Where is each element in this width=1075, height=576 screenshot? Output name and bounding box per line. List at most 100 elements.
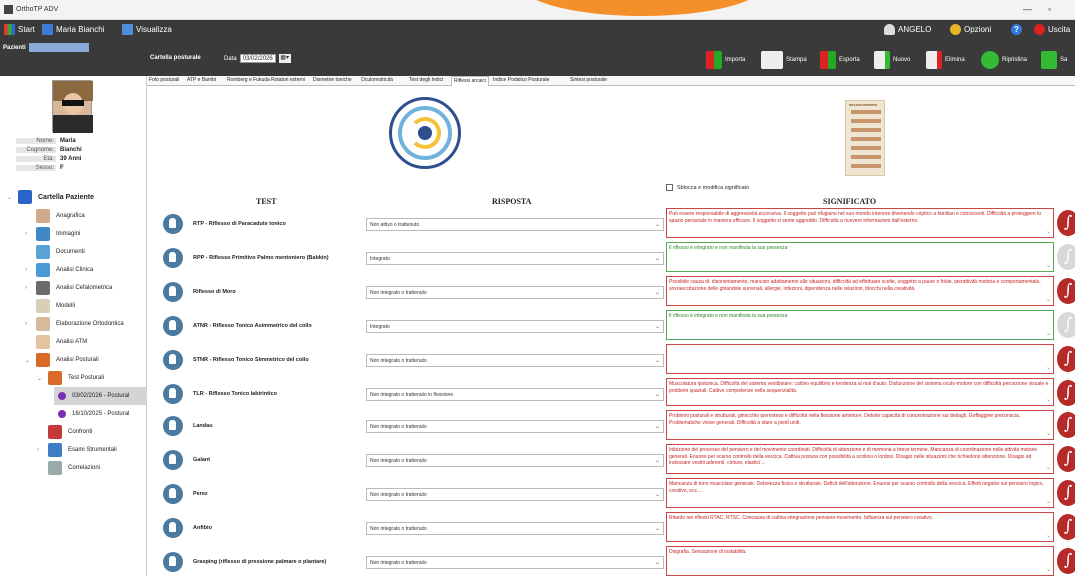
dropdown-chevron-icon[interactable]: ⌄ (655, 491, 660, 498)
integrate-reflex-button[interactable]: ∫ (1057, 480, 1075, 506)
ripristina-button[interactable]: Ripristina (981, 51, 1027, 69)
user-button[interactable]: Maria Bianchi (42, 24, 104, 35)
tab-test-degli-indici[interactable]: Test degli Indici (409, 77, 443, 83)
risposta-dropdown[interactable]: Non integrato o trattenuto ⌄ (366, 286, 664, 299)
integrate-reflex-button[interactable]: ∫ (1057, 548, 1075, 574)
risposta-dropdown[interactable]: Non integrato o trattenuto ⌄ (366, 420, 664, 433)
tab-oculomotricit-[interactable]: Oculomotricità (361, 77, 393, 83)
dropdown-chevron-icon[interactable]: ⌄ (655, 255, 660, 262)
tree-item[interactable]: Confronti (0, 423, 147, 441)
tree-item[interactable]: Anagrafica (0, 207, 147, 225)
tree-item[interactable]: › Analisi Clinica (0, 261, 147, 279)
visualizza-button[interactable]: Visualizza (122, 24, 172, 35)
tab-foto-posturali[interactable]: Foto posturali (149, 77, 179, 83)
expand-chevron-icon[interactable]: ⌄ (7, 194, 12, 201)
expand-chevron-icon[interactable]: ⌄ (1046, 263, 1051, 270)
integrate-reflex-button[interactable]: ∫ (1057, 312, 1075, 338)
risposta-dropdown[interactable]: Non integrato o trattenuto ⌄ (366, 454, 664, 467)
dropdown-chevron-icon[interactable]: ⌄ (655, 289, 660, 296)
tree-item[interactable]: ⌄ Cartella Paziente (0, 188, 147, 206)
expand-chevron-icon[interactable]: › (25, 267, 27, 273)
tree-item[interactable]: › Esami Strumentali (0, 441, 147, 459)
expand-chevron-icon[interactable]: ⌄ (1046, 229, 1051, 236)
dropdown-chevron-icon[interactable]: ⌄ (655, 559, 660, 566)
expand-chevron-icon[interactable]: ⌄ (1046, 397, 1051, 404)
risposta-dropdown[interactable]: Non attivo o trattenuto ⌄ (366, 218, 664, 231)
tree-item[interactable]: › Immagini (0, 225, 147, 243)
integrate-reflex-button[interactable]: ∫ (1057, 346, 1075, 372)
significato-textbox[interactable]: Inibizione del processo del pensiero e d… (666, 444, 1054, 474)
maximize-button[interactable]: ▫ (1048, 4, 1051, 14)
tab-sintesi-posturale[interactable]: Sintesi posturale (570, 77, 607, 83)
expand-chevron-icon[interactable]: ⌄ (1046, 431, 1051, 438)
elimina-button[interactable]: Elimina (926, 51, 965, 69)
integrate-reflex-button[interactable]: ∫ (1057, 514, 1075, 540)
significato-textbox[interactable]: Ritardo nei riflessi RTAC, RTSC. Concaus… (666, 512, 1054, 542)
expand-chevron-icon[interactable]: ⌄ (1046, 297, 1051, 304)
tree-item[interactable]: Analisi ATM (0, 333, 147, 351)
date-field[interactable]: 03/02/2026 (239, 54, 276, 63)
expand-chevron-icon[interactable]: ⌄ (1046, 533, 1051, 540)
account-button[interactable]: ANGELO (884, 24, 931, 35)
significato-textbox[interactable]: Muscolatura ipotonica. Difficoltà del si… (666, 378, 1054, 406)
tab-rotatori-esterni[interactable]: Rotatori esterni (271, 77, 305, 83)
significato-textbox[interactable]: Può essere responsabile di aggressività … (666, 208, 1054, 238)
help-button[interactable]: ? (1011, 24, 1022, 35)
tree-item[interactable]: Documenti (0, 243, 147, 261)
expand-chevron-icon[interactable]: ⌄ (1046, 499, 1051, 506)
expand-chevron-icon[interactable]: › (25, 285, 27, 291)
nuovo-button[interactable]: Nuovo (874, 51, 910, 69)
risposta-dropdown[interactable]: Non integrato o trattenuto ⌄ (366, 488, 664, 501)
dropdown-chevron-icon[interactable]: ⌄ (655, 525, 660, 532)
risposta-dropdown[interactable]: Non integrato o trattenuto in flessione ⌄ (366, 388, 664, 401)
risposta-dropdown[interactable]: Non integrato o trattenuto ⌄ (366, 556, 664, 569)
significato-textbox[interactable]: Possibile causa di: disorientamento, man… (666, 276, 1054, 306)
integrate-reflex-button[interactable]: ∫ (1057, 446, 1075, 472)
unlock-significato-checkbox[interactable] (666, 184, 673, 191)
expand-chevron-icon[interactable]: ⌄ (37, 375, 42, 382)
significato-textbox[interactable]: Il riflesso è integrato e non manifesta … (666, 242, 1054, 272)
dropdown-chevron-icon[interactable]: ⌄ (655, 221, 660, 228)
salva-button[interactable]: Sa (1041, 51, 1067, 69)
tab-riflessi-arcaici[interactable]: Riflessi arcaici (451, 76, 489, 86)
dropdown-chevron-icon[interactable]: ⌄ (655, 391, 660, 398)
risposta-dropdown[interactable]: Non integrato o trattenuto ⌄ (366, 522, 664, 535)
start-menu-button[interactable]: Start (4, 24, 35, 35)
dropdown-chevron-icon[interactable]: ⌄ (655, 457, 660, 464)
tree-item[interactable]: ⌄ Analisi Posturali (0, 351, 147, 369)
integrate-reflex-button[interactable]: ∫ (1057, 278, 1075, 304)
significato-textbox[interactable]: Mancanza di tono muscolare generale. Deb… (666, 478, 1054, 508)
risposta-dropdown[interactable]: Integrato ⌄ (366, 320, 664, 333)
esporta-button[interactable]: Esporta (820, 51, 860, 69)
expand-chevron-icon[interactable]: ⌄ (1046, 331, 1051, 338)
tab-indice-podalico-posturale[interactable]: Indice Podalico Posturale (493, 77, 549, 83)
dropdown-chevron-icon[interactable]: ⌄ (655, 423, 660, 430)
date-picker[interactable]: Data 03/02/2026 ▦▾ (224, 54, 291, 63)
tab-atp-e-bambi[interactable]: ATP e Bambi (187, 77, 216, 83)
tree-item[interactable]: › Analisi Cefalometrica (0, 279, 147, 297)
exit-button[interactable]: Uscita (1034, 24, 1070, 35)
expand-chevron-icon[interactable]: › (37, 447, 39, 453)
risposta-dropdown[interactable]: Integrato ⌄ (366, 252, 664, 265)
expand-chevron-icon[interactable]: › (25, 231, 27, 237)
tree-item[interactable]: › Elaborazione Ortodontica (0, 315, 147, 333)
importa-button[interactable]: Importa (706, 51, 745, 69)
options-button[interactable]: Opzioni (950, 24, 991, 35)
integrate-reflex-button[interactable]: ∫ (1057, 210, 1075, 236)
expand-chevron-icon[interactable]: ⌄ (1046, 465, 1051, 472)
significato-textbox[interactable]: ⌄ (666, 344, 1054, 374)
tab-romberg-e-fukuda[interactable]: Romberg e Fukuda (227, 77, 270, 83)
risposta-dropdown[interactable]: Non integrato o trattenuto ⌄ (366, 354, 664, 367)
tree-item[interactable]: ⌄ Test Posturali (0, 369, 147, 387)
integrate-reflex-button[interactable]: ∫ (1057, 380, 1075, 406)
tree-item[interactable]: 03/02/2026 - Postural (54, 387, 147, 405)
expand-chevron-icon[interactable]: ⌄ (1046, 365, 1051, 372)
dropdown-chevron-icon[interactable]: ⌄ (655, 357, 660, 364)
pazienti-button[interactable]: Pazienti (3, 43, 89, 52)
tab-dismetrie-toniche[interactable]: Dismetrie toniche (313, 77, 352, 83)
minimize-button[interactable]: — (1023, 4, 1032, 14)
calendar-icon[interactable]: ▦▾ (278, 54, 291, 63)
significato-textbox[interactable]: Il riflesso è integrato e non manifesta … (666, 310, 1054, 340)
significato-textbox[interactable]: Problemi posturali e strutturali, ginocc… (666, 410, 1054, 440)
significato-textbox[interactable]: Disgrafia. Sensazione di instabilità. ⌄ (666, 546, 1054, 576)
